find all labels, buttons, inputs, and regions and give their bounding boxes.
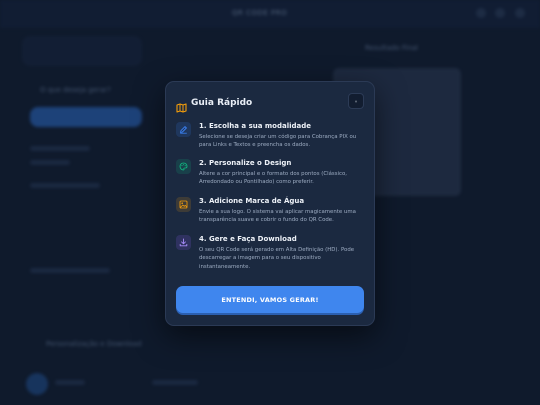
field-label	[30, 146, 90, 151]
step-title: 2. Personalize o Design	[199, 159, 292, 167]
field-label	[30, 160, 70, 165]
image-icon	[176, 197, 191, 212]
modal-header: Guia Rápido	[176, 96, 253, 113]
field-value	[55, 380, 85, 385]
top-bar: QR CODE PRO	[0, 0, 540, 28]
download-section-title: Personalização e Download	[46, 340, 142, 348]
section-title: O que deseja gerar?	[40, 86, 111, 94]
step-description: O seu QR Code será gerado em Alta Defini…	[199, 247, 355, 270]
quick-guide-modal: Guia Rápido 1. Escolha a sua modalidade …	[165, 81, 375, 326]
step-title: 4. Gere e Faça Download	[199, 235, 297, 243]
help-icon[interactable]	[495, 8, 505, 18]
logo-upload-avatar[interactable]	[26, 373, 48, 395]
confirm-generate-button[interactable]: ENTENDI, VAMOS GERAR!	[176, 286, 364, 313]
theme-icon[interactable]	[515, 8, 525, 18]
brand-name: QR CODE PRO	[232, 9, 288, 17]
download-icon	[176, 235, 191, 250]
pencil-icon	[176, 122, 191, 137]
step-title: 1. Escolha a sua modalidade	[199, 122, 312, 130]
step-description: Altere a cor principal e o formato dos p…	[199, 171, 348, 186]
close-icon	[355, 100, 357, 102]
step-description: Envie a sua logo. O sistema vai aplicar …	[199, 209, 356, 224]
close-button[interactable]	[348, 93, 364, 109]
user-icon[interactable]	[476, 8, 486, 18]
step-description: Selecione se deseja criar um código para…	[199, 134, 357, 149]
preview-title: Resultado Final	[365, 44, 419, 52]
palette-icon	[176, 159, 191, 174]
field-value	[30, 183, 100, 188]
mode-tab-pix[interactable]	[30, 107, 142, 127]
field-value	[152, 380, 198, 385]
info-panel	[22, 36, 142, 66]
modal-title: Guia Rápido	[191, 98, 253, 108]
step-title: 3. Adicione Marca de Água	[199, 197, 305, 205]
map-icon	[176, 98, 187, 113]
field-value	[30, 268, 110, 273]
